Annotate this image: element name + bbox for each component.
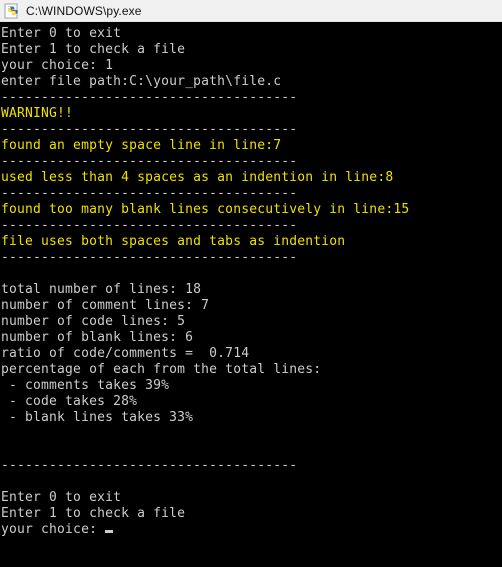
console-line: found too many blank lines consecutively… <box>1 202 410 217</box>
window-title: C:\WINDOWS\py.exe <box>26 3 142 18</box>
console-line: Enter 0 to exit <box>1 490 122 505</box>
text-cursor <box>105 530 114 533</box>
console-line: ------------------------------------- <box>1 122 298 137</box>
console-window: C:\WINDOWS\py.exe Enter 0 to exit Enter 1… <box>0 0 502 567</box>
console-line: Enter 0 to exit <box>1 26 122 41</box>
console-line-text: your choice: <box>1 522 106 537</box>
console-line: found an empty space line in line:7 <box>1 138 282 153</box>
console-line: - blank lines takes 33% <box>1 410 194 425</box>
console-line: total number of lines: 18 <box>1 282 202 297</box>
console-line: ratio of code/comments = 0.714 <box>1 346 250 361</box>
console-line: ------------------------------------- <box>1 90 298 105</box>
console-line: your choice: 1 <box>1 58 114 73</box>
python-exe-icon <box>4 3 20 19</box>
console-line: ------------------------------------- <box>1 458 298 473</box>
console-line: - comments takes 39% <box>1 378 170 393</box>
titlebar[interactable]: C:\WINDOWS\py.exe <box>0 0 502 22</box>
console-line: number of blank lines: 6 <box>1 330 194 345</box>
console-line: - code takes 28% <box>1 394 138 409</box>
console-output[interactable]: Enter 0 to exit Enter 1 to check a file yo… <box>0 22 502 567</box>
console-line: Enter 1 to check a file <box>1 42 186 57</box>
console-line: ------------------------------------- <box>1 186 298 201</box>
console-line: WARNING!! <box>1 106 74 121</box>
console-line: ------------------------------------- <box>1 218 298 233</box>
console-line: enter file path:C:\your_path\file.c <box>1 74 282 89</box>
console-line: percentage of each from the total lines: <box>1 362 322 377</box>
console-line: file uses both spaces and tabs as indent… <box>1 234 346 249</box>
console-line: number of code lines: 5 <box>1 314 186 329</box>
console-line: ------------------------------------- <box>1 250 298 265</box>
console-line: Enter 1 to check a file <box>1 506 186 521</box>
console-line: number of comment lines: 7 <box>1 298 210 313</box>
console-line: ------------------------------------- <box>1 154 298 169</box>
console-line: used less than 4 spaces as an indention … <box>1 170 394 185</box>
console-line: your choice: <box>1 522 502 538</box>
